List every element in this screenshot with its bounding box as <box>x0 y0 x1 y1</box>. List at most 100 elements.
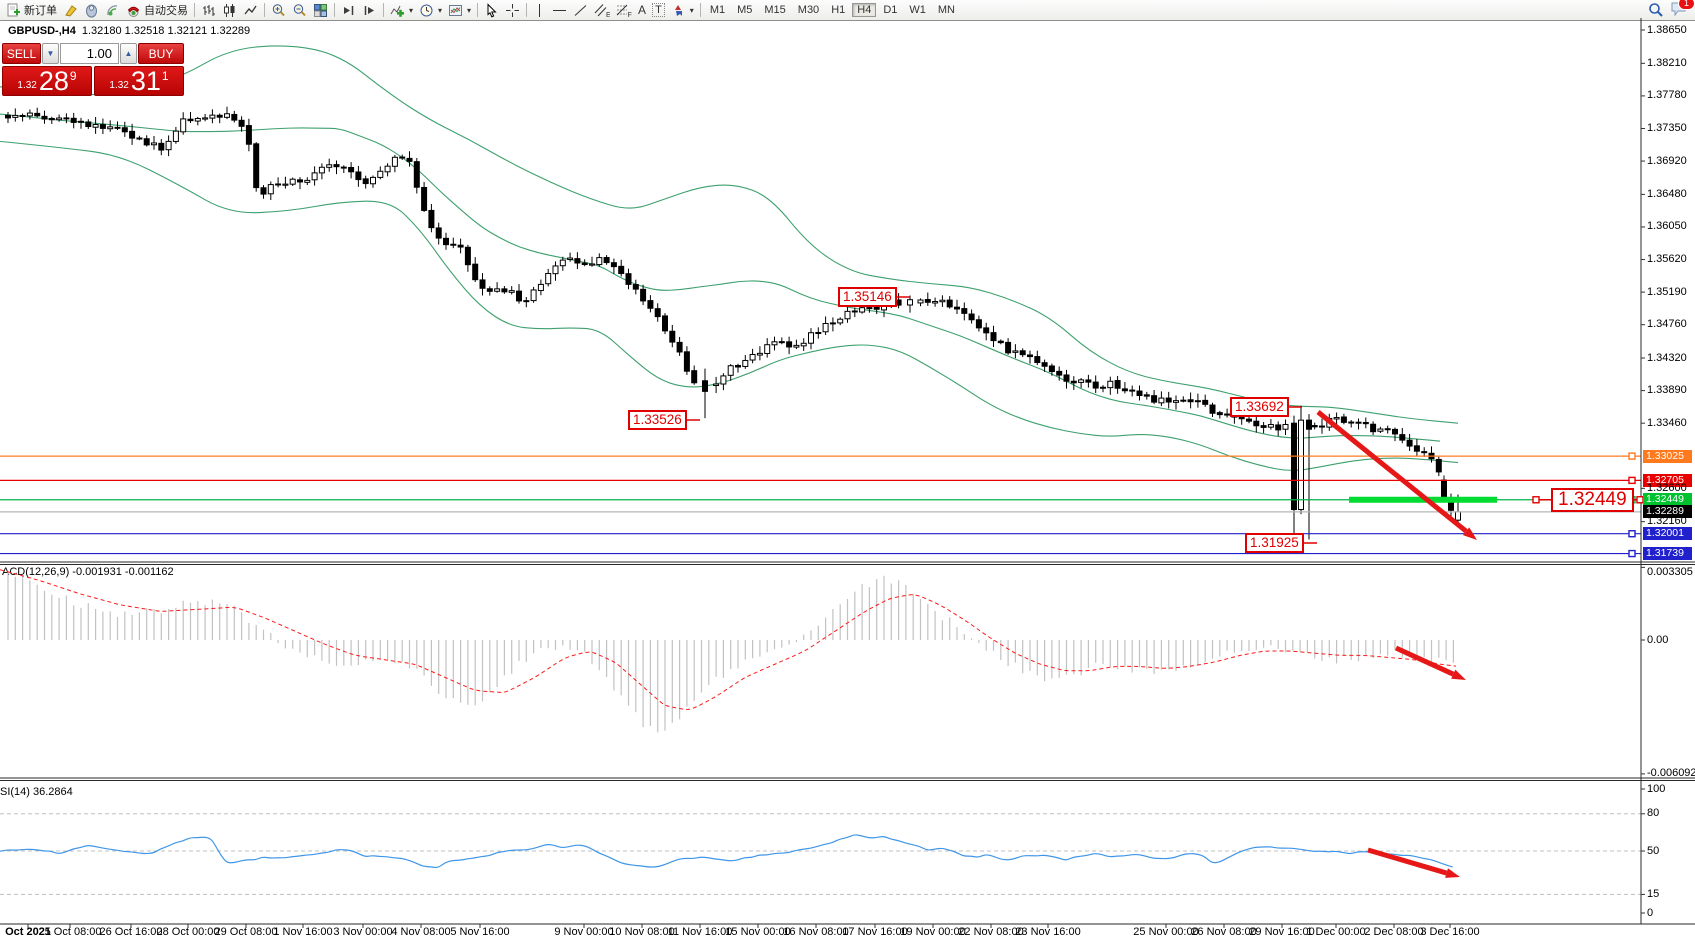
rsi-axis-label: 0 <box>1647 908 1653 919</box>
time-axis-label: 1 Nov 16:00 <box>273 927 332 938</box>
candle-body <box>1442 480 1447 498</box>
candle-body <box>509 291 514 293</box>
volume-input[interactable]: 1.00 <box>60 43 119 64</box>
candle-body <box>874 307 879 309</box>
candle-body <box>1356 422 1361 423</box>
candle-body <box>1203 400 1208 404</box>
volume-increase-button[interactable]: ▲ <box>120 43 137 64</box>
sell-price-sup: 9 <box>70 69 77 83</box>
candle-body <box>1239 418 1244 419</box>
time-axis-label: 3 Dec 16:00 <box>1420 927 1479 938</box>
candle-body <box>378 171 383 177</box>
candle-body <box>451 244 456 245</box>
buy-button[interactable]: BUY <box>138 43 184 64</box>
candle-body <box>1341 417 1346 422</box>
candle-body <box>1334 418 1339 419</box>
candle-body <box>239 120 244 126</box>
candle-body <box>290 179 295 184</box>
candle-body <box>1049 366 1054 372</box>
candle-body <box>1225 414 1230 415</box>
candle-body <box>648 301 653 309</box>
candle-body <box>1393 429 1398 434</box>
candle-body <box>166 141 171 149</box>
candle-body <box>736 365 741 367</box>
macd-axis-label: -0.006092 <box>1647 768 1695 779</box>
candle-body <box>400 157 405 158</box>
candle-body <box>670 331 675 342</box>
price-annotation: 1.35146 <box>838 287 897 307</box>
volume-decrease-button[interactable]: ▼ <box>42 43 59 64</box>
candle-body <box>458 245 463 247</box>
candle-body <box>991 333 996 341</box>
candle-body <box>1079 380 1084 383</box>
time-axis-label: 22 Nov 08:00 <box>958 927 1023 938</box>
candle-body <box>1152 396 1157 402</box>
sell-price-display[interactable]: 1.32289 <box>2 66 92 96</box>
candle-body <box>1144 395 1149 396</box>
candle-body <box>1254 421 1259 426</box>
candle-body <box>1057 371 1062 375</box>
candle-body <box>809 333 814 343</box>
chart-canvas[interactable] <box>0 0 1695 941</box>
candle-body <box>371 177 376 183</box>
candle-body <box>1276 425 1281 430</box>
candle-body <box>225 114 230 118</box>
annotation-handle <box>1533 497 1539 503</box>
candle-body <box>152 143 157 145</box>
candle-body <box>962 309 967 314</box>
price-tick-label: 1.34760 <box>1647 319 1687 330</box>
buy-price-display[interactable]: 1.32311 <box>94 66 184 96</box>
candle-body <box>195 119 200 122</box>
candle-body <box>49 118 54 119</box>
hline-handle <box>1629 477 1635 483</box>
price-tick-label: 1.32160 <box>1647 516 1687 527</box>
candle-body <box>976 320 981 328</box>
sell-price-big: 28 <box>39 67 69 95</box>
time-axis-label: 9 Nov 00:00 <box>554 927 613 938</box>
price-line-badge: 1.32001 <box>1643 527 1692 540</box>
time-axis-label: 4 Nov 08:00 <box>391 927 450 938</box>
candle-body <box>1261 426 1266 428</box>
candle-body <box>590 264 595 265</box>
candle-body <box>122 128 127 132</box>
candle-body <box>254 144 259 188</box>
candle-body <box>363 179 368 184</box>
candle-body <box>1456 512 1461 520</box>
candle-body <box>1283 424 1288 429</box>
sell-button[interactable]: SELL <box>2 43 41 64</box>
time-axis-label: 16 Nov 08:00 <box>783 927 848 938</box>
candle-body <box>1137 391 1142 395</box>
candle-body <box>144 139 149 145</box>
trend-arrow-rsi-head <box>1445 868 1460 878</box>
candle-body <box>1378 429 1383 431</box>
candle-body <box>1268 425 1273 428</box>
candle-body <box>597 258 602 265</box>
candle-body <box>626 274 631 285</box>
price-tick-label: 1.36050 <box>1647 221 1687 232</box>
candle-body <box>319 167 324 173</box>
candle-body <box>1292 423 1297 509</box>
candle-body <box>79 121 84 122</box>
candle-body <box>57 118 62 120</box>
candle-body <box>1407 440 1412 446</box>
price-annotation: 1.33526 <box>628 410 687 430</box>
candle-body <box>341 167 346 168</box>
macd-axis-label: 0.003305 <box>1647 567 1693 578</box>
candle-body <box>1130 390 1135 391</box>
candle-body <box>721 376 726 384</box>
price-tick-label: 1.36920 <box>1647 156 1687 167</box>
candle-body <box>1436 459 1441 471</box>
candle-body <box>115 127 120 128</box>
candle-body <box>619 266 624 273</box>
candle-body <box>641 289 646 301</box>
candle-body <box>407 158 412 161</box>
candle-body <box>801 343 806 346</box>
candle-body <box>429 210 434 227</box>
time-axis-label: 11 Nov 16:00 <box>668 927 733 938</box>
candle-body <box>575 259 580 263</box>
candle-body <box>1210 405 1215 413</box>
bollinger-lower-band <box>0 141 1458 470</box>
candle-body <box>1035 357 1040 363</box>
candle-body <box>1299 420 1304 509</box>
candle-body <box>444 238 449 244</box>
